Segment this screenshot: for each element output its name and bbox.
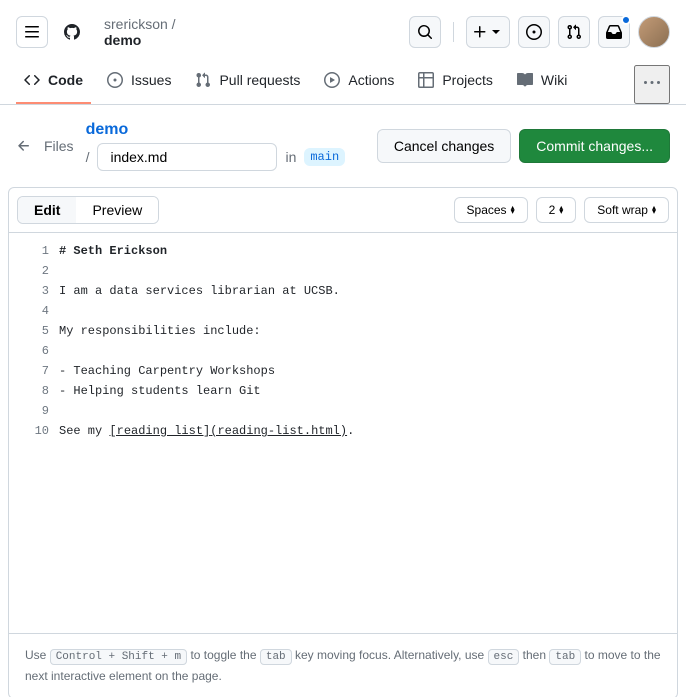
preview-tab[interactable]: Preview	[76, 197, 158, 223]
issue-opened-icon	[107, 72, 123, 88]
user-avatar[interactable]	[638, 16, 670, 48]
wrap-mode-select[interactable]: Soft wrap ▴▾	[584, 197, 669, 223]
issues-button[interactable]	[518, 16, 550, 48]
tab-issues[interactable]: Issues	[99, 64, 179, 104]
git-pull-request-icon	[566, 24, 582, 40]
kbd: Control + Shift + m	[50, 649, 187, 665]
book-icon	[517, 72, 533, 88]
keyboard-hint: Use Control + Shift + m to toggle the ta…	[9, 633, 677, 697]
tab-code[interactable]: Code	[16, 64, 91, 104]
files-label: Files	[44, 138, 74, 154]
kbd: tab	[260, 649, 292, 665]
cancel-button[interactable]: Cancel changes	[377, 129, 511, 163]
play-icon	[324, 72, 340, 88]
hamburger-icon	[24, 24, 40, 40]
chevron-down-icon	[488, 24, 504, 40]
tab-actions[interactable]: Actions	[316, 64, 402, 104]
code-icon	[24, 72, 40, 88]
inbox-icon	[606, 24, 622, 40]
indent-size-label: 2	[549, 203, 556, 217]
notifications-button[interactable]	[598, 16, 630, 48]
edit-preview-toggle: Edit Preview	[17, 196, 159, 224]
search-button[interactable]	[409, 16, 441, 48]
filename-input[interactable]	[97, 143, 277, 171]
create-new-button[interactable]	[466, 16, 510, 48]
breadcrumb: srerickson / demo	[104, 16, 401, 48]
pull-requests-button[interactable]	[558, 16, 590, 48]
tab-pulls-label: Pull requests	[219, 72, 300, 88]
github-logo[interactable]	[56, 16, 88, 48]
tab-projects[interactable]: Projects	[410, 64, 501, 104]
repo-link[interactable]: demo	[86, 121, 346, 139]
tab-actions-label: Actions	[348, 72, 394, 88]
git-pull-request-icon	[195, 72, 211, 88]
commit-button[interactable]: Commit changes...	[519, 129, 670, 163]
search-icon	[417, 24, 433, 40]
tab-wiki[interactable]: Wiki	[509, 64, 575, 104]
kbd: tab	[549, 649, 581, 665]
table-icon	[418, 72, 434, 88]
indent-mode-select[interactable]: Spaces ▴▾	[454, 197, 528, 223]
indent-size-select[interactable]: 2 ▴▾	[536, 197, 577, 223]
github-mark-icon	[64, 24, 80, 40]
code-content[interactable]: # Seth Erickson I am a data services lib…	[59, 233, 677, 633]
tab-issues-label: Issues	[131, 72, 171, 88]
kbd: esc	[488, 649, 520, 665]
hamburger-menu-button[interactable]	[16, 16, 48, 48]
wrap-mode-label: Soft wrap	[597, 203, 648, 217]
kebab-icon	[644, 75, 660, 91]
notification-dot-icon	[621, 15, 631, 25]
sort-icon: ▴▾	[652, 206, 656, 214]
back-to-files-link[interactable]: Files	[16, 138, 74, 154]
branch-badge[interactable]: main	[304, 148, 345, 166]
arrow-left-icon	[16, 138, 32, 154]
indent-mode-label: Spaces	[467, 203, 507, 217]
tab-code-label: Code	[48, 72, 83, 88]
sort-icon: ▴▾	[511, 206, 515, 214]
tab-wiki-label: Wiki	[541, 72, 567, 88]
issue-icon	[526, 24, 542, 40]
in-label: in	[285, 149, 296, 165]
sort-icon: ▴▾	[559, 206, 563, 214]
plus-icon	[472, 24, 488, 40]
edit-tab[interactable]: Edit	[18, 197, 76, 223]
line-gutter: 12345678910	[9, 233, 59, 633]
path-separator: /	[86, 149, 90, 165]
breadcrumb-repo[interactable]: demo	[104, 32, 401, 48]
tab-projects-label: Projects	[442, 72, 493, 88]
code-editor[interactable]: 12345678910 # Seth Erickson I am a data …	[9, 233, 677, 633]
breadcrumb-owner[interactable]: srerickson /	[104, 16, 401, 32]
more-tabs-button[interactable]	[634, 65, 670, 104]
tab-pulls[interactable]: Pull requests	[187, 64, 308, 104]
